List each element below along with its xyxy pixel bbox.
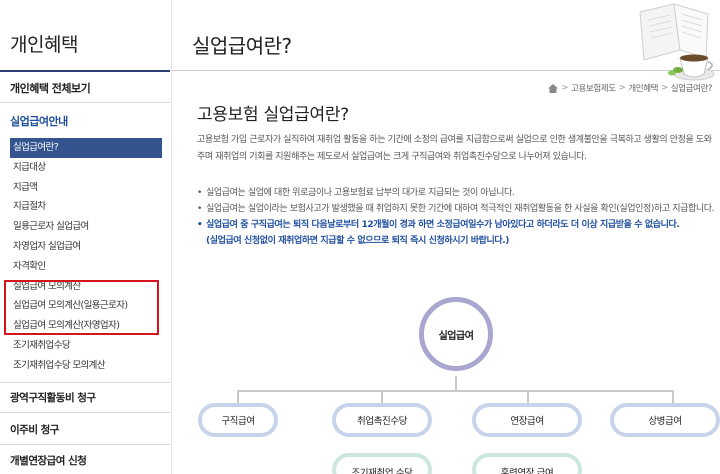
home-icon[interactable]: [548, 83, 559, 93]
breadcrumb-item[interactable]: 고용보험제도: [571, 82, 616, 94]
sidebar-submenu: 실업급여란? 지급대상 지급액 지급절차 일용근로자 실업급여 자영업자 실업급…: [10, 138, 166, 376]
divider: [0, 412, 170, 413]
bullet-item: • 실업급여는 실업이라는 보험사고가 발생했을 때 취업하지 못한 기간에 대…: [197, 202, 717, 217]
sidebar: 개인혜택 개인혜택 전체보기 실업급여안내 실업급여란? 지급대상 지급액 지급…: [0, 0, 170, 474]
connector-line: [237, 390, 239, 403]
bullet-dot: •: [197, 220, 203, 230]
diagram-node-early-reemployment: 조기재취업 수당: [332, 453, 432, 474]
sidebar-item-procedure[interactable]: 지급절차: [10, 197, 166, 217]
important-note: (실업급여 신청없이 재취업하면 지급할 수 없으므로 퇴직 즉시 신청하시기 …: [206, 236, 509, 246]
breadcrumb-separator: >: [618, 83, 626, 93]
sidebar-item-daily-worker-benefit[interactable]: 일용근로자 실업급여: [10, 217, 166, 237]
bullet-dot: •: [197, 204, 202, 214]
sidebar-item-extended-benefit[interactable]: 개별연장급여 신청: [10, 453, 87, 468]
sidebar-item-eligibility[interactable]: 지급대상: [10, 158, 166, 178]
breadcrumb-item-current: 실업급여란?: [670, 84, 713, 94]
breadcrumb-item[interactable]: 개인혜택: [628, 82, 658, 94]
sidebar-title-divider: [0, 70, 170, 72]
diagram-node-training-extension: 훈련연장 급여: [472, 453, 582, 474]
sidebar-item-qualification-check[interactable]: 자격확인: [10, 257, 166, 277]
intro-paragraph: 고용보험 가입 근로자가 실직하여 재취업 활동을 하는 기간에 소정의 급여를…: [197, 135, 712, 162]
bullet-text: 실업급여는 실업에 대한 위로금이나 고용보험료 납부의 대가로 지급되는 것이…: [206, 188, 515, 198]
diagram-node-sickness-benefit: 상병급여: [610, 403, 720, 437]
diagram-center-node: 실업급여: [419, 297, 493, 371]
sidebar-item-relocation-expense[interactable]: 이주비 청구: [10, 422, 59, 437]
diagram-node-job-seeking-benefit: 구직급여: [198, 403, 278, 437]
bullet-list: • 실업급여는 실업에 대한 위로금이나 고용보험료 납부의 대가로 지급되는 …: [197, 186, 717, 249]
divider: [0, 444, 170, 445]
sidebar-item-early-reemployment[interactable]: 조기재취업수당: [10, 336, 166, 356]
diagram-node-extended-benefit: 연장급여: [472, 403, 582, 437]
connector-line: [672, 390, 674, 403]
sidebar-item-benefits-overview[interactable]: 개인혜택 전체보기: [10, 80, 91, 96]
book-coffee-illustration: [639, 3, 715, 81]
sidebar-item-job-search-expense[interactable]: 광역구직활동비 청구: [10, 390, 96, 405]
sidebar-item-self-employed-benefit[interactable]: 자영업자 실업급여: [10, 237, 166, 257]
sidebar-section-unemployment-benefit[interactable]: 실업급여안내: [10, 113, 68, 129]
highlight-box: [4, 280, 159, 335]
sidebar-item-early-reemployment-simulation[interactable]: 조기재취업수당 모의계산: [10, 356, 166, 376]
breadcrumb-separator: >: [561, 83, 569, 93]
breadcrumb-separator: >: [661, 83, 668, 93]
connector-line: [237, 390, 674, 392]
section-title: 고용보험 실업급여란?: [197, 105, 349, 125]
diagram-node-employment-promotion: 취업촉진수당: [332, 403, 432, 437]
sidebar-item-amount[interactable]: 지급액: [10, 178, 166, 198]
connector-line: [381, 390, 383, 403]
breadcrumb: > 고용보험제도 > 개인혜택 > 실업급여란?: [548, 82, 712, 94]
bullet-text: 실업급여 중 구직급여는 퇴직 다음날로부터 12개월이 경과 하면 소정급여일…: [206, 220, 680, 230]
bullet-dot: •: [197, 188, 202, 198]
bullet-text: 실업급여는 실업이라는 보험사고가 발생했을 때 취업하지 못한 기간에 대하여…: [206, 204, 715, 214]
divider: [0, 382, 170, 383]
sidebar-item-what-is-benefit[interactable]: 실업급여란?: [10, 138, 162, 158]
bullet-item: • 실업급여는 실업에 대한 위로금이나 고용보험료 납부의 대가로 지급되는 …: [197, 186, 717, 201]
connector-line: [455, 376, 457, 390]
bullet-item-important: • 실업급여 중 구직급여는 퇴직 다음날로부터 12개월이 경과 하면 소정급…: [197, 218, 717, 233]
page-title: 실업급여란?: [192, 34, 292, 58]
connector-line: [527, 390, 529, 403]
benefit-structure-diagram: 실업급여 구직급여 취업촉진수당 연장급여 상병급여 조기재취업 수당 훈련연장…: [172, 290, 720, 474]
sidebar-title: 개인혜택: [10, 34, 78, 56]
divider: [0, 102, 170, 103]
